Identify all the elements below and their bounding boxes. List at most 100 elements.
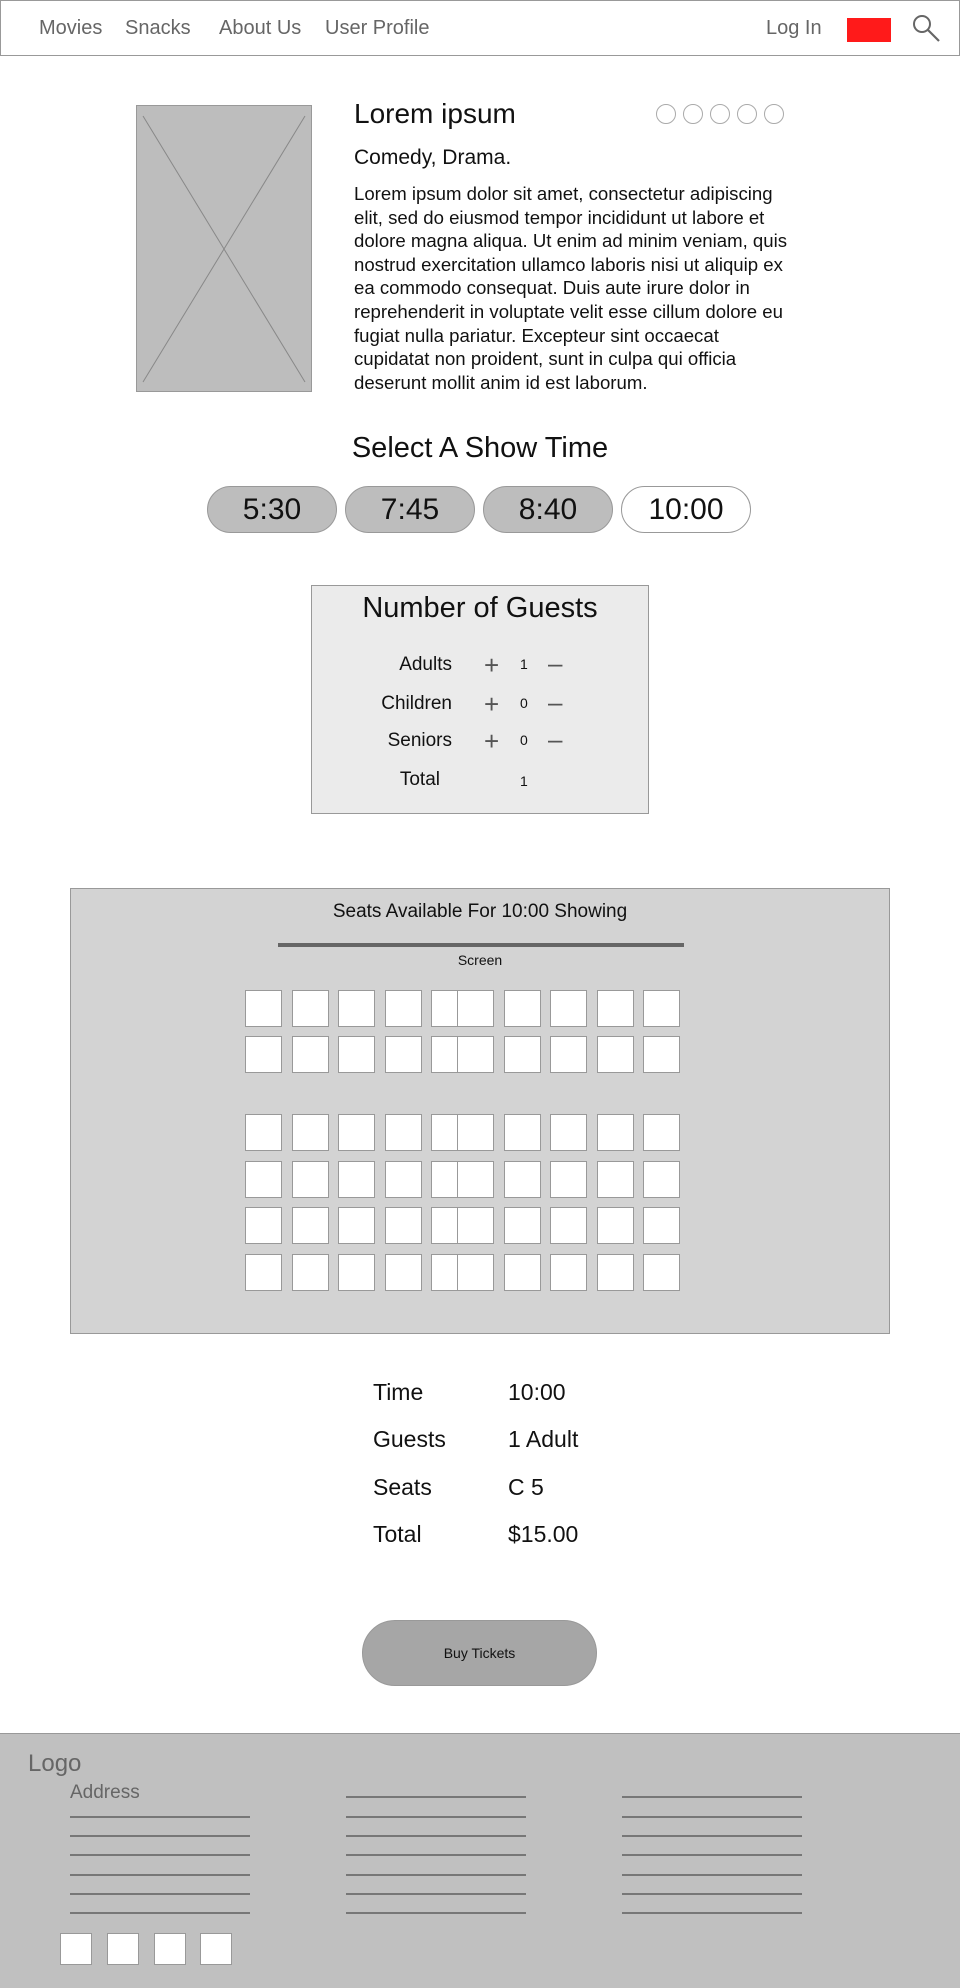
decrement-minus-icon[interactable]: – <box>548 689 562 715</box>
footer-link-placeholder[interactable] <box>622 1874 802 1876</box>
increment-plus-icon[interactable]: + <box>484 691 499 717</box>
seat[interactable] <box>597 990 634 1027</box>
search-icon[interactable] <box>911 13 941 43</box>
footer-link-placeholder[interactable] <box>346 1874 526 1876</box>
social-link-icon[interactable] <box>200 1933 232 1965</box>
seat[interactable] <box>385 1114 422 1151</box>
seat[interactable] <box>643 1161 680 1198</box>
seat[interactable] <box>245 1036 282 1073</box>
rating-star-icon[interactable] <box>656 104 676 124</box>
seat[interactable] <box>245 1207 282 1244</box>
showtime-button-selected[interactable]: 10:00 <box>621 486 751 533</box>
rating-stars[interactable] <box>656 104 784 124</box>
rating-star-icon[interactable] <box>737 104 757 124</box>
seat[interactable] <box>504 990 541 1027</box>
seat[interactable] <box>597 1036 634 1073</box>
seat[interactable] <box>245 1114 282 1151</box>
seat[interactable] <box>504 1114 541 1151</box>
footer-link-placeholder[interactable] <box>622 1796 802 1798</box>
seat[interactable] <box>550 1254 587 1291</box>
nav-movies-link[interactable]: Movies <box>39 17 102 40</box>
rating-star-icon[interactable] <box>683 104 703 124</box>
rating-star-icon[interactable] <box>764 104 784 124</box>
seat[interactable] <box>643 1207 680 1244</box>
social-link-icon[interactable] <box>107 1933 139 1965</box>
decrement-minus-icon[interactable]: – <box>548 650 562 676</box>
seat[interactable] <box>457 1254 494 1291</box>
seat[interactable] <box>338 990 375 1027</box>
seat[interactable] <box>385 990 422 1027</box>
footer-link-placeholder[interactable] <box>346 1912 526 1914</box>
seat[interactable] <box>597 1254 634 1291</box>
language-flag-icon[interactable] <box>847 18 891 42</box>
seat[interactable] <box>550 990 587 1027</box>
decrement-minus-icon[interactable]: – <box>548 726 562 752</box>
seat[interactable] <box>385 1161 422 1198</box>
seat[interactable] <box>504 1161 541 1198</box>
increment-plus-icon[interactable]: + <box>484 652 499 678</box>
seat[interactable] <box>550 1114 587 1151</box>
seat[interactable] <box>457 1036 494 1073</box>
seat[interactable] <box>292 1114 329 1151</box>
seat[interactable] <box>457 990 494 1027</box>
nav-login-link[interactable]: Log In <box>766 17 822 40</box>
seat[interactable] <box>643 1036 680 1073</box>
footer-link-placeholder[interactable] <box>70 1893 250 1895</box>
seat[interactable] <box>597 1207 634 1244</box>
footer-link-placeholder[interactable] <box>70 1835 250 1837</box>
seat[interactable] <box>643 990 680 1027</box>
showtime-button[interactable]: 8:40 <box>483 486 613 533</box>
footer-link-placeholder[interactable] <box>622 1854 802 1856</box>
seat[interactable] <box>292 1254 329 1291</box>
seat[interactable] <box>338 1114 375 1151</box>
footer-link-placeholder[interactable] <box>622 1893 802 1895</box>
social-link-icon[interactable] <box>60 1933 92 1965</box>
increment-plus-icon[interactable]: + <box>484 728 499 754</box>
footer-link-placeholder[interactable] <box>346 1893 526 1895</box>
seat[interactable] <box>338 1161 375 1198</box>
footer-link-placeholder[interactable] <box>70 1874 250 1876</box>
social-link-icon[interactable] <box>154 1933 186 1965</box>
seat[interactable] <box>550 1036 587 1073</box>
seat[interactable] <box>643 1114 680 1151</box>
footer-link-placeholder[interactable] <box>346 1854 526 1856</box>
seat[interactable] <box>597 1161 634 1198</box>
seat[interactable] <box>550 1207 587 1244</box>
nav-profile-link[interactable]: User Profile <box>325 17 429 40</box>
seat[interactable] <box>385 1207 422 1244</box>
footer-link-placeholder[interactable] <box>622 1835 802 1837</box>
footer-link-placeholder[interactable] <box>70 1816 250 1818</box>
seat[interactable] <box>457 1161 494 1198</box>
footer-link-placeholder[interactable] <box>346 1835 526 1837</box>
footer-link-placeholder[interactable] <box>70 1912 250 1914</box>
seat[interactable] <box>292 990 329 1027</box>
seat[interactable] <box>338 1036 375 1073</box>
rating-star-icon[interactable] <box>710 104 730 124</box>
footer-link-placeholder[interactable] <box>346 1796 526 1798</box>
seat[interactable] <box>245 1254 282 1291</box>
showtime-button[interactable]: 5:30 <box>207 486 337 533</box>
seat[interactable] <box>292 1161 329 1198</box>
seat[interactable] <box>643 1254 680 1291</box>
seat[interactable] <box>385 1254 422 1291</box>
seat[interactable] <box>292 1207 329 1244</box>
footer-link-placeholder[interactable] <box>622 1912 802 1914</box>
seat[interactable] <box>338 1207 375 1244</box>
nav-snacks-link[interactable]: Snacks <box>125 17 191 40</box>
footer-link-placeholder[interactable] <box>622 1816 802 1818</box>
nav-about-link[interactable]: About Us <box>219 17 301 40</box>
seat[interactable] <box>504 1036 541 1073</box>
seat[interactable] <box>457 1114 494 1151</box>
footer-link-placeholder[interactable] <box>70 1854 250 1856</box>
showtime-button[interactable]: 7:45 <box>345 486 475 533</box>
seat[interactable] <box>597 1114 634 1151</box>
seat[interactable] <box>550 1161 587 1198</box>
seat[interactable] <box>245 1161 282 1198</box>
buy-tickets-button[interactable]: Buy Tickets <box>362 1620 597 1686</box>
seat[interactable] <box>245 990 282 1027</box>
seat[interactable] <box>457 1207 494 1244</box>
seat[interactable] <box>385 1036 422 1073</box>
seat[interactable] <box>504 1207 541 1244</box>
seat[interactable] <box>504 1254 541 1291</box>
seat[interactable] <box>292 1036 329 1073</box>
